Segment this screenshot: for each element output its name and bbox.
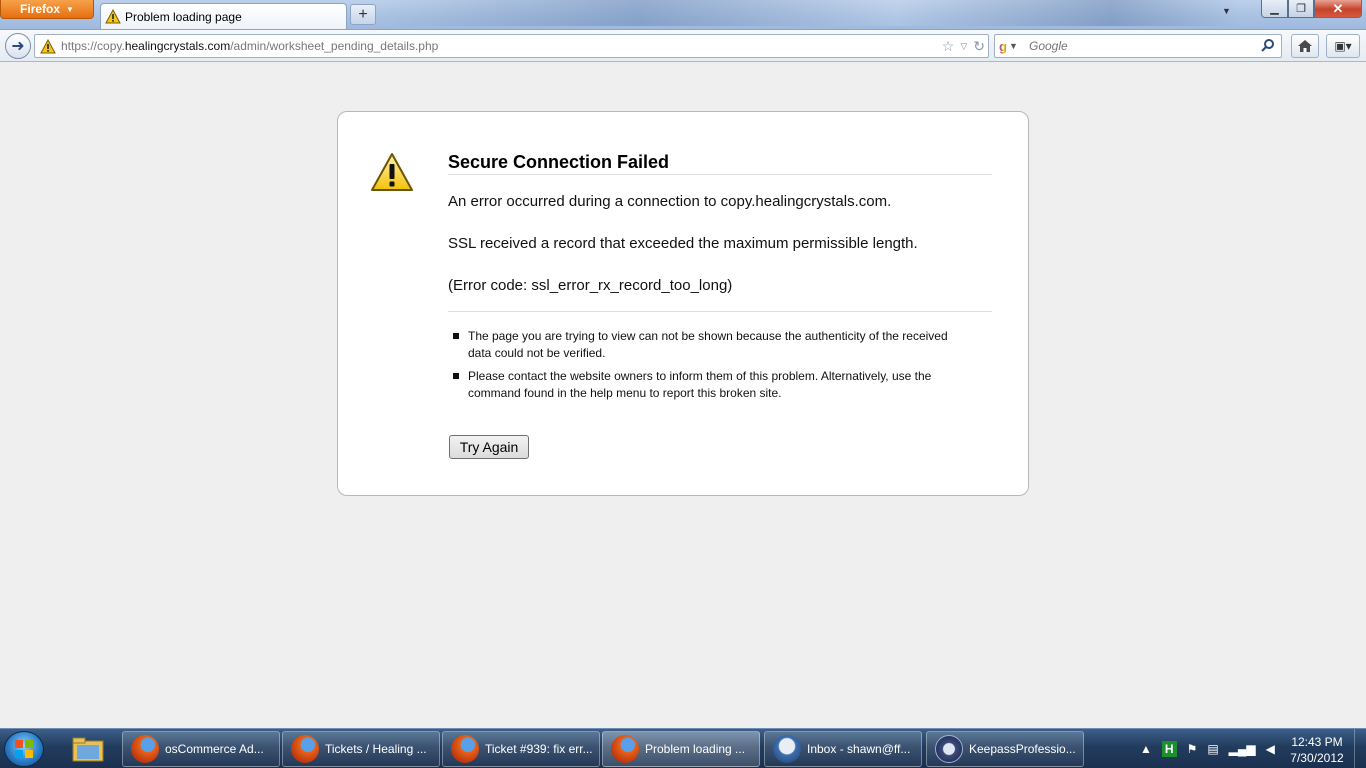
- back-arrow-icon: ➜: [11, 38, 25, 55]
- title-divider: [448, 174, 992, 175]
- search-magnifier-icon[interactable]: [1261, 38, 1281, 55]
- error-title: Secure Connection Failed: [448, 152, 670, 172]
- close-button[interactable]: ✕: [1314, 0, 1362, 18]
- url-path: /admin/worksheet_pending_details.php: [230, 39, 439, 53]
- bookmark-star-icon[interactable]: ☆: [939, 38, 958, 55]
- clock-date: 7/30/2012: [1290, 751, 1344, 765]
- url-text[interactable]: https://copy.healingcrystals.com/admin/w…: [61, 39, 939, 53]
- firefox-icon: [131, 735, 159, 763]
- large-warning-icon: [371, 153, 413, 191]
- folder-icon: [72, 737, 104, 762]
- url-bar[interactable]: https://copy.healingcrystals.com/admin/w…: [34, 34, 989, 58]
- taskbar-item-label: osCommerce Ad...: [165, 742, 264, 756]
- try-again-button[interactable]: Try Again: [449, 435, 529, 459]
- minimize-icon: ▁: [1270, 3, 1279, 15]
- keepass-icon: [935, 735, 963, 763]
- firefox-icon: [291, 735, 319, 763]
- taskbar-item-ticket-939[interactable]: Ticket #939: fix err...: [442, 731, 600, 767]
- system-clock[interactable]: 12:43 PM 7/30/2012: [1286, 734, 1348, 766]
- explorer-pinned-button[interactable]: [62, 732, 114, 766]
- new-tab-button[interactable]: +: [350, 4, 376, 25]
- firefox-icon: [451, 735, 479, 763]
- reload-icon[interactable]: ↻: [970, 38, 988, 55]
- search-bar[interactable]: g ▼: [994, 34, 1282, 58]
- list-item: Please contact the website owners to inf…: [448, 368, 948, 402]
- firefox-icon: [611, 735, 639, 763]
- taskbar-item-label: Problem loading ...: [645, 742, 746, 756]
- thunderbird-icon: [773, 735, 801, 763]
- error-code: (Error code: ssl_error_rx_record_too_lon…: [448, 277, 733, 294]
- volume-icon[interactable]: ◀: [1266, 742, 1275, 756]
- site-identity-warning-icon[interactable]: [35, 38, 61, 54]
- back-button[interactable]: ➜: [5, 33, 31, 59]
- restore-button[interactable]: ❐: [1288, 0, 1314, 18]
- search-input[interactable]: [1029, 39, 1261, 53]
- plus-icon: +: [358, 5, 368, 23]
- url-scheme: https://copy.: [61, 39, 125, 53]
- start-button[interactable]: [4, 731, 44, 767]
- error-detail: SSL received a record that exceeded the …: [448, 235, 918, 252]
- taskbar-item-oscommerce[interactable]: osCommerce Ad...: [122, 731, 280, 767]
- warning-icon: [105, 9, 121, 24]
- network-signal-icon[interactable]: ▂▄▆: [1229, 742, 1256, 756]
- taskbar-item-tickets[interactable]: Tickets / Healing ...: [282, 731, 440, 767]
- dropdown-caret-icon: ▼: [66, 4, 74, 14]
- show-hidden-icons-icon[interactable]: ▲: [1140, 742, 1152, 756]
- home-button[interactable]: [1291, 34, 1319, 58]
- windows-taskbar: osCommerce Ad... Tickets / Healing ... T…: [0, 728, 1366, 768]
- taskbar-item-problem-loading[interactable]: Problem loading ...: [602, 731, 760, 767]
- content-divider: [448, 311, 992, 312]
- error-message: An error occurred during a connection to…: [448, 193, 892, 210]
- close-icon: ✕: [1332, 0, 1344, 16]
- addon-bar-button[interactable]: ▣▾: [1326, 34, 1360, 58]
- show-desktop-button[interactable]: [1354, 729, 1366, 768]
- url-domain: healingcrystals.com: [124, 39, 231, 53]
- engine-dropdown-icon: ▼: [1008, 41, 1018, 51]
- title-bar: Firefox ▼ Problem loading page + ▼ ▁ ❐ ✕: [0, 0, 1366, 30]
- action-center-flag-icon[interactable]: ⚑: [1187, 742, 1198, 756]
- google-icon: g: [999, 38, 1007, 54]
- addon-icon: ▣▾: [1334, 39, 1352, 53]
- device-icon[interactable]: ▤: [1207, 742, 1218, 756]
- clock-time: 12:43 PM: [1291, 735, 1343, 749]
- taskbar-item-label: Inbox - shawn@ff...: [807, 742, 911, 756]
- firefox-menu-label: Firefox: [20, 2, 61, 16]
- search-engine-selector[interactable]: g ▼: [995, 39, 1029, 54]
- taskbar-item-label: Ticket #939: fix err...: [485, 742, 593, 756]
- tray-h-icon[interactable]: H: [1161, 741, 1177, 757]
- taskbar-item-inbox[interactable]: Inbox - shawn@ff...: [764, 731, 922, 767]
- tab-title: Problem loading page: [125, 9, 242, 24]
- error-page-container: Secure Connection Failed An error occurr…: [337, 111, 1029, 496]
- restore-icon: ❐: [1296, 3, 1306, 15]
- list-all-tabs-icon[interactable]: ▼: [1222, 6, 1231, 16]
- home-icon: [1298, 40, 1312, 52]
- taskbar-item-label: KeepassProfessio...: [969, 742, 1076, 756]
- notification-area: ▲ H ⚑ ▤ ▂▄▆ ◀: [1136, 729, 1286, 768]
- history-dropdown-icon[interactable]: ▽: [957, 41, 970, 52]
- minimize-button[interactable]: ▁: [1261, 0, 1288, 18]
- taskbar-item-keepass[interactable]: KeepassProfessio...: [926, 731, 1084, 767]
- navigation-toolbar: ➜ https://copy.healingcrystals.com/admin…: [0, 29, 1366, 62]
- firefox-menu-button[interactable]: Firefox ▼: [0, 0, 94, 19]
- taskbar-item-label: Tickets / Healing ...: [325, 742, 427, 756]
- list-item: The page you are trying to view can not …: [448, 328, 948, 362]
- error-explanation-list: The page you are trying to view can not …: [448, 328, 948, 408]
- windows-logo-icon: [15, 740, 33, 758]
- title-bar-glass: [380, 0, 1240, 26]
- tab-problem-loading-page[interactable]: Problem loading page: [100, 3, 347, 29]
